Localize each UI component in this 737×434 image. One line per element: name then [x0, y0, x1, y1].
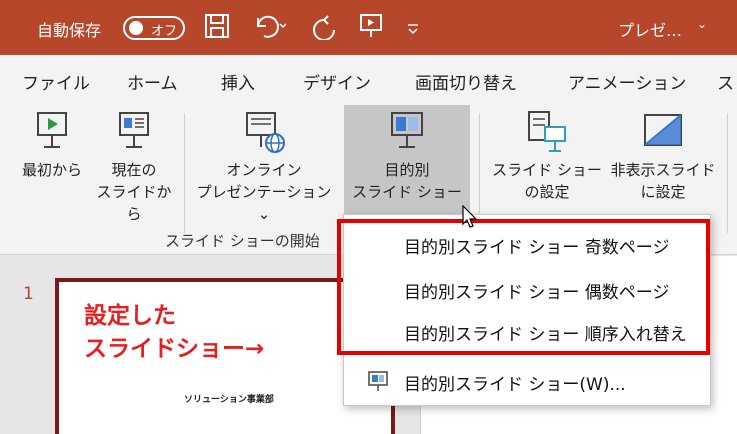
redo-icon[interactable]: [310, 12, 340, 42]
customize-qat-icon[interactable]: [405, 20, 435, 50]
menu-item-custom-shows[interactable]: 目的別スライド ショー(W)...: [404, 370, 626, 395]
play-from-start-icon: [37, 112, 67, 148]
save-icon[interactable]: [203, 12, 233, 42]
annotation-line-1: 設定した: [84, 303, 176, 329]
from-current-button[interactable]: 現在の スライドから: [90, 109, 178, 223]
document-title[interactable]: プレゼ…: [618, 17, 682, 41]
autosave-toggle-state: オフ: [151, 24, 178, 39]
chevron-down-icon[interactable]: ⌄: [697, 17, 707, 31]
autosave-toggle[interactable]: オフ: [123, 16, 185, 40]
setup-slideshow-icon: [528, 111, 566, 152]
tab-design[interactable]: デザイン: [303, 69, 371, 94]
divider: [184, 113, 185, 233]
setup-slideshow-label-2: の設定: [524, 183, 570, 201]
divider: [727, 113, 728, 233]
undo-icon[interactable]: [252, 12, 287, 42]
ribbon-tabs: ファイル ホーム 挿入 デザイン 画面切り替え アニメーション ス: [0, 55, 737, 103]
from-current-label-2: スライドから: [96, 183, 172, 223]
present-online-icon: [246, 112, 285, 153]
tab-home[interactable]: ホーム: [127, 69, 178, 94]
present-online-label-2: プレゼンテーション ⌄: [196, 183, 332, 223]
tab-slideshow[interactable]: ス: [717, 69, 734, 94]
play-from-current-icon: [119, 112, 149, 148]
mouse-cursor-icon: [462, 205, 478, 228]
from-beginning-button[interactable]: 最初から: [12, 109, 92, 199]
hide-slide-button[interactable]: 非表示スライド に設定: [604, 109, 722, 219]
custom-slideshow-label-1: 目的別: [384, 161, 430, 179]
custom-slideshow-button[interactable]: 目的別 スライド ショー ⌄: [344, 105, 470, 223]
slide-number: 1: [23, 284, 34, 304]
tab-file[interactable]: ファイル: [22, 69, 90, 94]
hide-slide-label-1: 非表示スライド: [610, 161, 716, 179]
tab-animations[interactable]: アニメーション: [568, 69, 686, 94]
from-current-label-1: 現在の: [111, 161, 157, 179]
present-online-button[interactable]: オンライン プレゼンテーション ⌄: [188, 109, 340, 223]
setup-slideshow-label-1: スライド ショー: [492, 161, 602, 179]
toggle-knob: [129, 21, 143, 35]
tab-insert[interactable]: 挿入: [221, 69, 255, 94]
highlight-box: [337, 219, 710, 355]
group-label-start-slideshow: スライド ショーの開始: [165, 232, 320, 250]
custom-slideshow-icon: [368, 371, 388, 391]
from-beginning-label-1: 最初から: [21, 161, 82, 179]
annotation-line-2: スライドショー→: [84, 336, 265, 362]
hide-slide-label-2: に設定: [640, 183, 686, 201]
title-bar: 自動保存 オフ プレゼ… ⌄: [0, 0, 737, 55]
hide-slide-icon: [644, 114, 682, 146]
annotation-text: 設定した スライドショー→: [84, 300, 264, 366]
tab-transitions[interactable]: 画面切り替え: [415, 69, 517, 94]
presenter-icon[interactable]: [357, 12, 387, 42]
present-online-label-1: オンライン: [226, 161, 302, 179]
slide-thumb-title: ソリューション事業部: [184, 395, 274, 405]
setup-slideshow-button[interactable]: スライド ショー の設定: [490, 109, 604, 219]
custom-slideshow-icon: [391, 112, 423, 148]
autosave-label: 自動保存: [37, 21, 102, 40]
